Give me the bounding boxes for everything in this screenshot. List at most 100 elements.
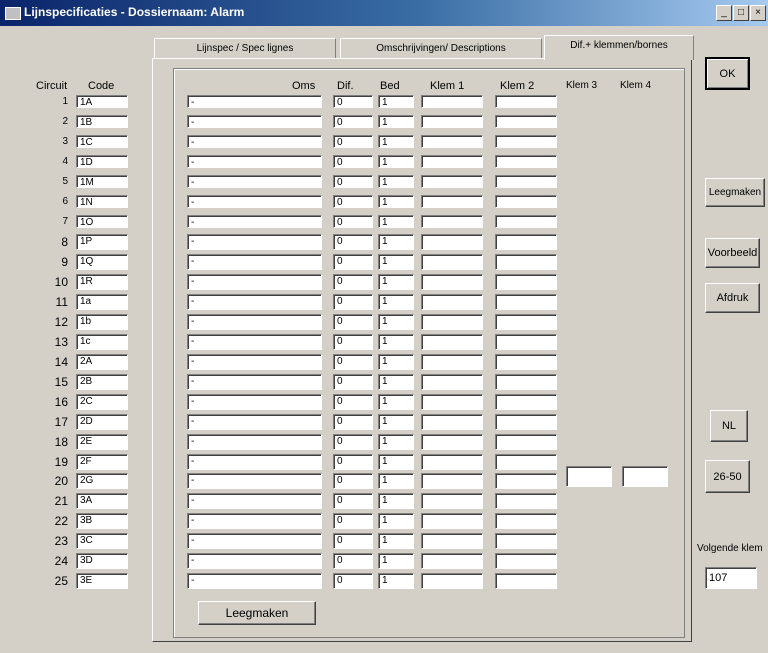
dif-field[interactable]: 0 — [333, 274, 373, 290]
leegmaken-bottom-button[interactable]: Leegmaken — [198, 601, 316, 625]
dif-field[interactable]: 0 — [333, 294, 373, 310]
klem1-field[interactable] — [421, 493, 483, 509]
tab-omschrijvingen[interactable]: Omschrijvingen/ Descriptions — [340, 38, 542, 59]
code-field[interactable]: 2F — [76, 454, 128, 470]
klem2-field[interactable] — [495, 334, 557, 350]
dif-field[interactable]: 0 — [333, 215, 373, 228]
bed-field[interactable]: 1 — [378, 434, 414, 450]
klem1-field[interactable] — [421, 394, 483, 410]
bed-field[interactable]: 1 — [378, 454, 414, 470]
code-field[interactable]: 1D — [76, 155, 128, 168]
bed-field[interactable]: 1 — [378, 95, 414, 108]
klem1-field[interactable] — [421, 274, 483, 290]
bed-field[interactable]: 1 — [378, 195, 414, 208]
omschrijving-field[interactable]: - — [187, 274, 322, 290]
code-field[interactable]: 2A — [76, 354, 128, 370]
klem4-field[interactable] — [622, 466, 668, 487]
omschrijving-field[interactable]: - — [187, 414, 322, 430]
klem1-field[interactable] — [421, 314, 483, 330]
omschrijving-field[interactable]: - — [187, 434, 322, 450]
tab-lijnspec[interactable]: Lijnspec / Spec lignes — [154, 38, 336, 59]
omschrijving-field[interactable]: - — [187, 135, 322, 148]
code-field[interactable]: 3A — [76, 493, 128, 509]
klem1-field[interactable] — [421, 553, 483, 569]
code-field[interactable]: 3B — [76, 513, 128, 529]
omschrijving-field[interactable]: - — [187, 573, 322, 589]
afdruk-button[interactable]: Afdruk — [705, 283, 760, 313]
klem1-field[interactable] — [421, 334, 483, 350]
bed-field[interactable]: 1 — [378, 533, 414, 549]
klem2-field[interactable] — [495, 414, 557, 430]
bed-field[interactable]: 1 — [378, 175, 414, 188]
omschrijving-field[interactable]: - — [187, 533, 322, 549]
klem1-field[interactable] — [421, 115, 483, 128]
dif-field[interactable]: 0 — [333, 234, 373, 250]
klem1-field[interactable] — [421, 434, 483, 450]
bed-field[interactable]: 1 — [378, 414, 414, 430]
code-field[interactable]: 1b — [76, 314, 128, 330]
klem1-field[interactable] — [421, 414, 483, 430]
dif-field[interactable]: 0 — [333, 175, 373, 188]
code-field[interactable]: 3D — [76, 553, 128, 569]
tab-dif-klemmen[interactable]: Dif.+ klemmen/bornes — [544, 35, 694, 60]
omschrijving-field[interactable]: - — [187, 553, 322, 569]
code-field[interactable]: 1a — [76, 294, 128, 310]
close-button[interactable]: × — [750, 5, 766, 21]
omschrijving-field[interactable]: - — [187, 314, 322, 330]
code-field[interactable]: 3E — [76, 573, 128, 589]
klem1-field[interactable] — [421, 573, 483, 589]
omschrijving-field[interactable]: - — [187, 294, 322, 310]
code-field[interactable]: 2C — [76, 394, 128, 410]
dif-field[interactable]: 0 — [333, 473, 373, 489]
klem2-field[interactable] — [495, 314, 557, 330]
omschrijving-field[interactable]: - — [187, 493, 322, 509]
klem1-field[interactable] — [421, 234, 483, 250]
dif-field[interactable]: 0 — [333, 553, 373, 569]
bed-field[interactable]: 1 — [378, 493, 414, 509]
bed-field[interactable]: 1 — [378, 513, 414, 529]
code-field[interactable]: 1c — [76, 334, 128, 350]
nl-button[interactable]: NL — [710, 410, 748, 442]
klem2-field[interactable] — [495, 155, 557, 168]
klem2-field[interactable] — [495, 513, 557, 529]
code-field[interactable]: 2E — [76, 434, 128, 450]
klem2-field[interactable] — [495, 115, 557, 128]
bed-field[interactable]: 1 — [378, 374, 414, 390]
dif-field[interactable]: 0 — [333, 493, 373, 509]
dif-field[interactable]: 0 — [333, 573, 373, 589]
bed-field[interactable]: 1 — [378, 553, 414, 569]
omschrijving-field[interactable]: - — [187, 354, 322, 370]
bed-field[interactable]: 1 — [378, 473, 414, 489]
dif-field[interactable]: 0 — [333, 454, 373, 470]
klem1-field[interactable] — [421, 254, 483, 270]
dif-field[interactable]: 0 — [333, 314, 373, 330]
code-field[interactable]: 2D — [76, 414, 128, 430]
klem2-field[interactable] — [495, 254, 557, 270]
bed-field[interactable]: 1 — [378, 394, 414, 410]
bed-field[interactable]: 1 — [378, 155, 414, 168]
code-field[interactable]: 1Q — [76, 254, 128, 270]
volgende-klem-field[interactable]: 107 — [705, 567, 757, 589]
dif-field[interactable]: 0 — [333, 95, 373, 108]
klem2-field[interactable] — [495, 473, 557, 489]
code-field[interactable]: 2B — [76, 374, 128, 390]
klem2-field[interactable] — [495, 553, 557, 569]
klem2-field[interactable] — [495, 215, 557, 228]
omschrijving-field[interactable]: - — [187, 234, 322, 250]
klem2-field[interactable] — [495, 573, 557, 589]
code-field[interactable]: 1C — [76, 135, 128, 148]
klem2-field[interactable] — [495, 374, 557, 390]
klem2-field[interactable] — [495, 394, 557, 410]
klem2-field[interactable] — [495, 493, 557, 509]
omschrijving-field[interactable]: - — [187, 513, 322, 529]
omschrijving-field[interactable]: - — [187, 215, 322, 228]
omschrijving-field[interactable]: - — [187, 195, 322, 208]
bed-field[interactable]: 1 — [378, 294, 414, 310]
bed-field[interactable]: 1 — [378, 234, 414, 250]
dif-field[interactable]: 0 — [333, 414, 373, 430]
dif-field[interactable]: 0 — [333, 115, 373, 128]
code-field[interactable]: 1R — [76, 274, 128, 290]
maximize-button[interactable]: □ — [733, 5, 749, 21]
dif-field[interactable]: 0 — [333, 334, 373, 350]
bed-field[interactable]: 1 — [378, 314, 414, 330]
